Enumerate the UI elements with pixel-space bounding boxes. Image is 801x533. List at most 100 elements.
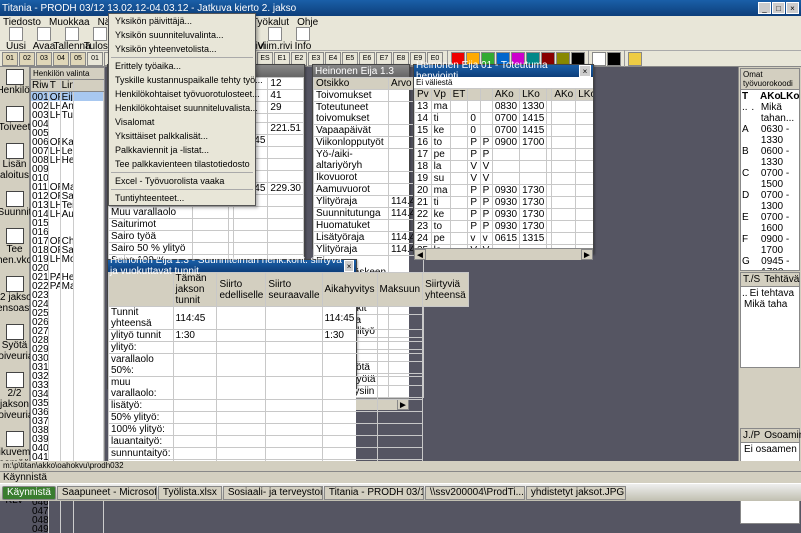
color-white[interactable] <box>592 52 606 66</box>
table-row[interactable]: lauantaityö: <box>109 436 469 448</box>
table-row[interactable]: Ylityöraja114.45 <box>314 196 424 208</box>
table-row[interactable]: ylityö tunnit1:301:30 <box>109 330 469 342</box>
shift-code-row[interactable]: ...Mikä tahan... <box>742 102 798 124</box>
lefttab-toiveet[interactable]: Toiveet <box>3 106 27 133</box>
table-row[interactable]: 15ke007001415 <box>415 125 594 137</box>
taskbar-item[interactable]: Saapuneet - Microsoft O... <box>57 486 157 500</box>
table-row[interactable]: Vapaapäivät <box>314 125 424 137</box>
menu-item[interactable]: Excel - Työvuorolista vaaka <box>109 174 255 188</box>
table-row[interactable]: Lisätyöraja114.45 <box>314 232 424 244</box>
menu-item[interactable]: Henkilökohtaiset suunniteluvalista... <box>109 101 255 115</box>
person-row[interactable]: 040 <box>31 443 104 452</box>
person-row[interactable]: 029 <box>31 344 104 353</box>
table-row[interactable]: 20maPP09301730 <box>415 185 594 197</box>
shift-code-row[interactable]: F0900 - 1700 <box>742 234 798 256</box>
person-row[interactable]: 010 <box>31 173 104 182</box>
window-hours-transfer[interactable]: Heinonen Eija 1.3 - Suunnitelman henk.ko… <box>107 259 357 389</box>
table-row[interactable]: 13ma08301330 <box>415 101 594 113</box>
window-realization[interactable]: Heinonen Eija 01 - Toteutuma henviointi … <box>413 64 594 254</box>
toolbar-uusi[interactable]: Uusi <box>2 27 30 52</box>
person-row[interactable]: 032 <box>31 371 104 380</box>
person-row[interactable]: 026 <box>31 317 104 326</box>
table-row[interactable]: ylityö: <box>109 342 469 354</box>
color-extra[interactable] <box>628 52 642 66</box>
table-row[interactable]: Sairo työä <box>109 231 304 243</box>
taskbar-item[interactable]: Työlista.xlsx <box>158 486 222 500</box>
person-row[interactable]: 004 <box>31 119 104 128</box>
lefttab-2-2-jakson-hensoasto[interactable]: 2/2 jakson hensoasto <box>3 276 27 314</box>
shift-code-row[interactable]: E0700 - 1600 <box>742 212 798 234</box>
lefttab-syötä-toiveuria[interactable]: Syötä toiveuria <box>3 324 27 362</box>
person-row[interactable]: 009 <box>31 164 104 173</box>
table-row[interactable]: 18laVV <box>415 161 594 173</box>
person-list[interactable]: Henkilön valinta RiwTLines 001OPEija002L… <box>30 67 105 483</box>
person-row[interactable]: 034 <box>31 389 104 398</box>
lefttab-henkilöt[interactable]: Henkilöt <box>3 69 27 96</box>
shift-code-row[interactable]: C0700 - 1500 <box>742 168 798 190</box>
table-row[interactable]: 21tiPP09301730 <box>415 197 594 209</box>
toolbar-info[interactable]: Info <box>289 27 317 52</box>
person-row[interactable]: 023 <box>31 290 104 299</box>
table-row[interactable]: Aamuvuorot <box>314 184 424 196</box>
menu-item[interactable]: Yksikön päivittäjä... <box>109 14 255 28</box>
reports-menu-dropdown[interactable]: Yksikön päivittäjä...Yksikön suunniteluv… <box>108 13 256 206</box>
menu-item[interactable]: Henkilökohtaiset työvuorotulosteet... <box>109 87 255 101</box>
table-row[interactable]: Suunnitutunga114.45 <box>314 208 424 220</box>
table-row[interactable]: 22kePP09301730 <box>415 209 594 221</box>
person-row[interactable]: 031 <box>31 362 104 371</box>
table-row[interactable]: 14ti007001415 <box>415 113 594 125</box>
numbtn-01[interactable]: 01 <box>87 52 103 66</box>
person-row[interactable]: 049 <box>31 524 104 533</box>
person-row[interactable]: 007LHLeena <box>31 146 104 155</box>
taskbar-item[interactable]: yhdistetyt jaksot.JPG - P... <box>526 486 626 500</box>
person-row[interactable]: 006OPKaja <box>31 137 104 146</box>
table-row[interactable]: Saiturimot <box>109 219 304 231</box>
person-row[interactable]: 019LHMonica <box>31 254 104 263</box>
numbtn-04[interactable]: 04 <box>53 52 69 66</box>
menu-item[interactable]: Yksittäiset palkkalisät... <box>109 129 255 143</box>
menu-item[interactable]: Visalomat <box>109 115 255 129</box>
menu-item[interactable]: Tee palkkavienteen tilastotiedosto <box>109 157 255 171</box>
person-row[interactable]: 048 <box>31 515 104 524</box>
maximize-button[interactable]: □ <box>772 2 785 14</box>
table-row[interactable]: 23toPP09301730 <box>415 221 594 233</box>
shift-code-row[interactable]: D0700 - 1300 <box>742 190 798 212</box>
person-row[interactable]: 035 <box>31 398 104 407</box>
person-row[interactable]: 003LHTuula <box>31 110 104 119</box>
table-row[interactable]: 24pevv06151315 <box>415 233 594 245</box>
person-row[interactable]: 041 <box>31 452 104 461</box>
person-row[interactable]: 027 <box>31 326 104 335</box>
shift-code-row[interactable]: G0945 - 1700 <box>742 256 798 270</box>
person-row[interactable]: 033 <box>31 380 104 389</box>
taskbar-item[interactable]: \\ssv200004\ProdTi... <box>425 486 525 500</box>
table-row[interactable]: Viikonlopputyöt <box>314 137 424 149</box>
person-row[interactable]: 020 <box>31 263 104 272</box>
lefttab-tee-hen.vko[interactable]: Tee hen.vko <box>3 228 27 266</box>
table-row[interactable]: Tunnit yhteensä114:45114:45 <box>109 307 469 330</box>
table-row[interactable]: 17pePP <box>415 149 594 161</box>
toolbar-tallenna[interactable]: Tallenna <box>58 27 86 52</box>
taskbar-item[interactable]: Titania - PRODH 03/12... <box>324 486 424 500</box>
table-row[interactable]: Yö-/aiki-altariyöryh <box>314 149 424 172</box>
menu-item[interactable]: Palkkaviennit ja -listat... <box>109 143 255 157</box>
win-close-icon[interactable]: × <box>579 65 591 77</box>
person-row[interactable]: 025 <box>31 308 104 317</box>
table-row[interactable]: Sairo 50 % ylityö <box>109 243 304 255</box>
lefttab-lisän-aloitus[interactable]: Lisän aloitus <box>3 143 27 181</box>
person-row[interactable]: 047 <box>31 506 104 515</box>
menu-item[interactable]: Tuntiyhteenteet... <box>109 191 255 205</box>
numbtn-03[interactable]: 03 <box>36 52 52 66</box>
table-row[interactable]: 19suVV <box>415 173 594 185</box>
person-row[interactable]: 014LHAuli <box>31 209 104 218</box>
menu-item[interactable]: Yksikön suunniteluvalinta... <box>109 28 255 42</box>
table-row[interactable]: lisätyö: <box>109 400 469 412</box>
person-row[interactable]: 012OPSari <box>31 191 104 200</box>
win-close-icon[interactable]: × <box>344 260 354 272</box>
taskbar-item[interactable]: Sosiaali- ja terveystoime... <box>223 486 323 500</box>
table-row[interactable]: Toivomukset <box>314 90 424 102</box>
table-row[interactable]: Ylityöraja114.45 <box>314 244 424 256</box>
window-person-summary[interactable]: Heinonen Eija 1.3 OtsikkoArvoToivomukset… <box>312 64 410 249</box>
person-row[interactable]: 038 <box>31 425 104 434</box>
table-row[interactable]: Huomatuket <box>314 220 424 232</box>
table-row[interactable]: sunnuntaityö: <box>109 448 469 460</box>
